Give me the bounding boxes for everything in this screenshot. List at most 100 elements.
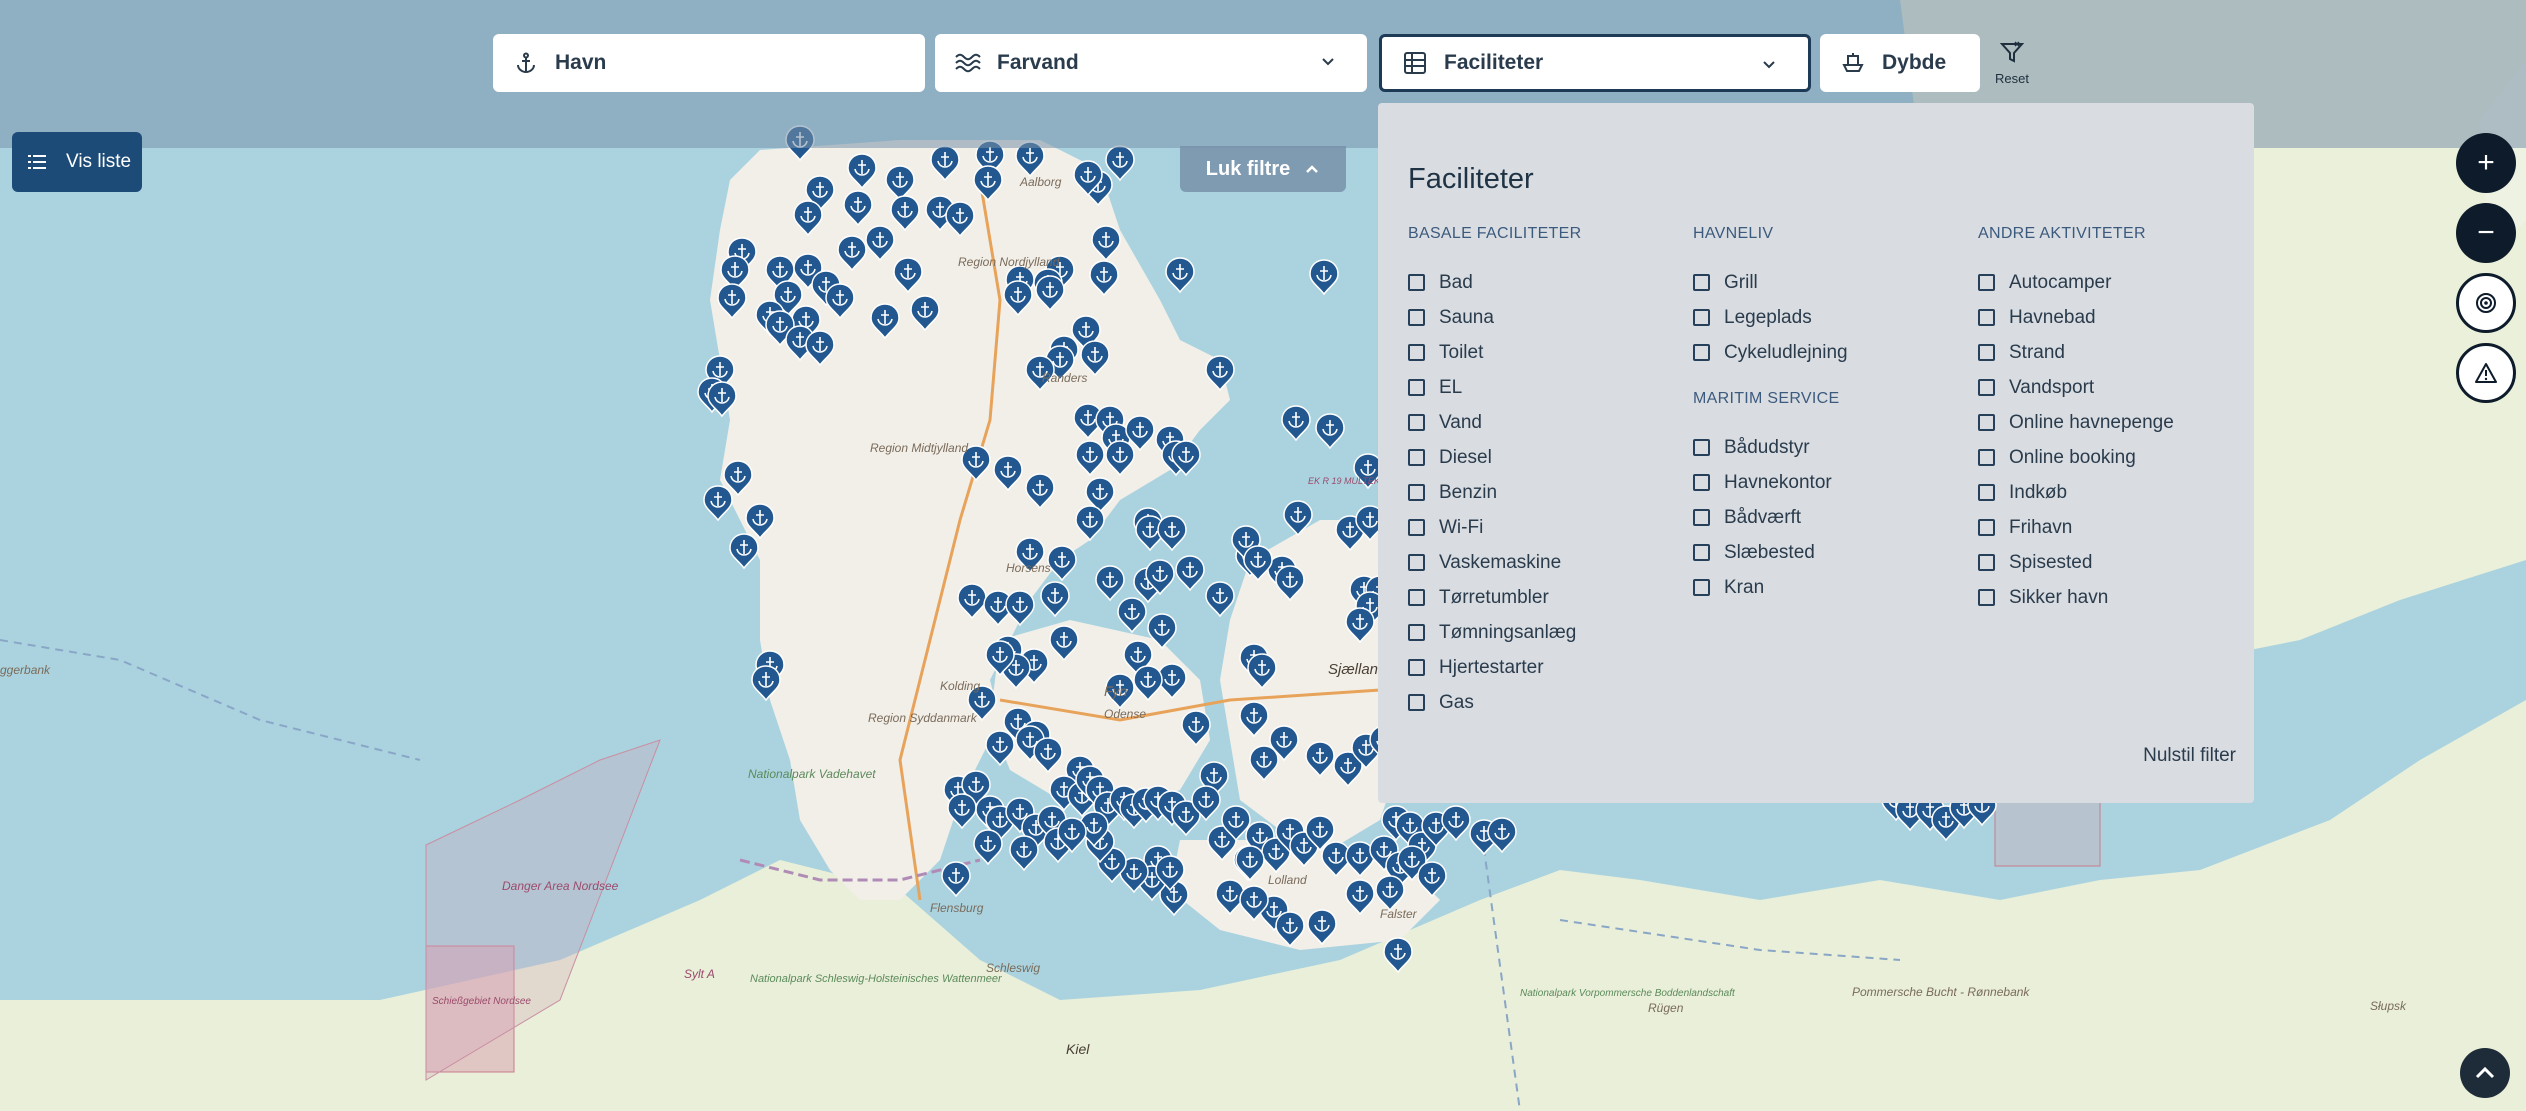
- filter-option-basale[interactable]: Vand: [1408, 405, 1678, 440]
- map-label-sylt: Sylt A: [684, 967, 715, 981]
- filter-option-basale[interactable]: Gas: [1408, 685, 1678, 720]
- filter-option-label: Strand: [2009, 341, 2065, 363]
- checkbox[interactable]: [1408, 624, 1425, 641]
- checkbox[interactable]: [1693, 509, 1710, 526]
- filter-option-andre[interactable]: Havnebad: [1978, 300, 2248, 335]
- checkbox[interactable]: [1693, 344, 1710, 361]
- checkbox[interactable]: [1408, 449, 1425, 466]
- filter-option-label: Vaskemaskine: [1439, 551, 1562, 573]
- checkbox[interactable]: [1408, 554, 1425, 571]
- filter-option-andre[interactable]: Strand: [1978, 335, 2248, 370]
- checkbox[interactable]: [1978, 519, 1995, 536]
- checkbox[interactable]: [1978, 554, 1995, 571]
- warning-button[interactable]: [2456, 343, 2516, 403]
- filter-option-maritim[interactable]: Bådværft: [1693, 500, 1963, 535]
- filter-option-maritim[interactable]: Kran: [1693, 570, 1963, 605]
- map-label-odense: Odense: [1104, 707, 1146, 721]
- filter-option-label: Benzin: [1439, 481, 1498, 503]
- filter-option-maritim[interactable]: Havnekontor: [1693, 465, 1963, 500]
- dybde-dropdown[interactable]: Dybde: [1820, 34, 1980, 92]
- filter-option-basale[interactable]: Benzin: [1408, 475, 1678, 510]
- filter-option-andre[interactable]: Spisested: [1978, 545, 2248, 580]
- checkbox[interactable]: [1693, 474, 1710, 491]
- map-label-nationalpark-wattenmeer: Nationalpark Schleswig-Holsteinisches Wa…: [750, 973, 1003, 985]
- checkbox[interactable]: [1408, 309, 1425, 326]
- checkbox[interactable]: [1978, 309, 1995, 326]
- checkbox[interactable]: [1693, 439, 1710, 456]
- checkbox[interactable]: [1408, 519, 1425, 536]
- checkbox[interactable]: [1693, 579, 1710, 596]
- faciliteter-label: Faciliteter: [1444, 51, 1544, 74]
- filter-option-basale[interactable]: Diesel: [1408, 440, 1678, 475]
- zoom-out-button[interactable]: −: [2456, 203, 2516, 263]
- checkbox[interactable]: [1693, 309, 1710, 326]
- checkbox[interactable]: [1693, 544, 1710, 561]
- checkbox[interactable]: [1408, 379, 1425, 396]
- filter-option-basale[interactable]: Hjertestarter: [1408, 650, 1678, 685]
- checkbox[interactable]: [1408, 344, 1425, 361]
- filter-option-basale[interactable]: Sauna: [1408, 300, 1678, 335]
- filter-option-havneliv[interactable]: Legeplads: [1693, 300, 1963, 335]
- scroll-to-top-button[interactable]: [2460, 1048, 2510, 1098]
- filter-option-basale[interactable]: Vaskemaskine: [1408, 545, 1678, 580]
- checkbox[interactable]: [1978, 379, 1995, 396]
- checkbox[interactable]: [1408, 589, 1425, 606]
- filter-option-label: Bådudstyr: [1724, 436, 1810, 458]
- dybde-label: Dybde: [1882, 51, 1947, 74]
- filter-option-havneliv[interactable]: Cykeludlejning: [1693, 335, 1963, 370]
- checkbox[interactable]: [1978, 274, 1995, 291]
- filter-option-basale[interactable]: Toilet: [1408, 335, 1678, 370]
- checkbox[interactable]: [1408, 694, 1425, 711]
- checkbox[interactable]: [1408, 414, 1425, 431]
- filter-option-havneliv[interactable]: Grill: [1693, 265, 1963, 300]
- checkbox[interactable]: [1978, 589, 1995, 606]
- locate-button[interactable]: [2456, 273, 2516, 333]
- map-label-rugen: Rügen: [1648, 1001, 1684, 1015]
- map-label-schiessgebiet: Schießgebiet Nordsee: [432, 996, 531, 1007]
- filter-option-label: Gas: [1439, 691, 1474, 713]
- waves-icon: [953, 48, 983, 78]
- filter-option-andre[interactable]: Sikker havn: [1978, 580, 2248, 615]
- reset-button[interactable]: Reset: [1992, 40, 2032, 86]
- filter-option-basale[interactable]: Tømningsanlæg: [1408, 615, 1678, 650]
- havn-search-field[interactable]: Havn: [493, 34, 925, 92]
- checkbox[interactable]: [1408, 484, 1425, 501]
- filter-option-label: Bad: [1439, 271, 1473, 293]
- filter-option-label: Diesel: [1439, 446, 1492, 468]
- maritim-heading: MARITIM SERVICE: [1693, 390, 1840, 407]
- checkbox[interactable]: [1978, 484, 1995, 501]
- map-label-kiel: Kiel: [1066, 1041, 1090, 1057]
- filter-option-maritim[interactable]: Bådudstyr: [1693, 430, 1963, 465]
- map-label-region-syddanmark: Region Syddanmark: [868, 711, 978, 725]
- checkbox[interactable]: [1408, 659, 1425, 676]
- filter-option-andre[interactable]: Vandsport: [1978, 370, 2248, 405]
- filter-option-basale[interactable]: Wi-Fi: [1408, 510, 1678, 545]
- filter-option-andre[interactable]: Indkøb: [1978, 475, 2248, 510]
- filter-option-label: Tørretumbler: [1439, 586, 1549, 608]
- filter-option-andre[interactable]: Online havnepenge: [1978, 405, 2248, 440]
- filter-option-andre[interactable]: Frihavn: [1978, 510, 2248, 545]
- checkbox[interactable]: [1978, 344, 1995, 361]
- checkbox[interactable]: [1693, 274, 1710, 291]
- filter-option-basale[interactable]: Tørretumbler: [1408, 580, 1678, 615]
- farvand-dropdown[interactable]: Farvand: [935, 34, 1367, 92]
- filter-option-basale[interactable]: Bad: [1408, 265, 1678, 300]
- filter-option-andre[interactable]: Online booking: [1978, 440, 2248, 475]
- checkbox[interactable]: [1978, 449, 1995, 466]
- filter-option-basale[interactable]: EL: [1408, 370, 1678, 405]
- zoom-in-button[interactable]: +: [2456, 133, 2516, 193]
- havneliv-heading: HAVNELIV: [1693, 225, 1774, 242]
- nulstil-filter-button[interactable]: Nulstil filter: [2143, 745, 2236, 767]
- filter-option-label: Slæbested: [1724, 541, 1815, 563]
- filter-option-maritim[interactable]: Slæbested: [1693, 535, 1963, 570]
- checkbox[interactable]: [1978, 414, 1995, 431]
- map-label-aalborg: Aalborg: [1019, 175, 1062, 189]
- vis-liste-button[interactable]: Vis liste: [12, 132, 142, 192]
- faciliteter-dropdown[interactable]: Faciliteter: [1379, 34, 1811, 92]
- checkbox[interactable]: [1408, 274, 1425, 291]
- filter-option-label: Bådværft: [1724, 506, 1802, 528]
- filter-option-label: Kran: [1724, 576, 1765, 598]
- luk-filtre-button[interactable]: Luk filtre: [1180, 146, 1346, 192]
- map-label-kolding: Kolding: [940, 679, 980, 693]
- filter-option-andre[interactable]: Autocamper: [1978, 265, 2248, 300]
